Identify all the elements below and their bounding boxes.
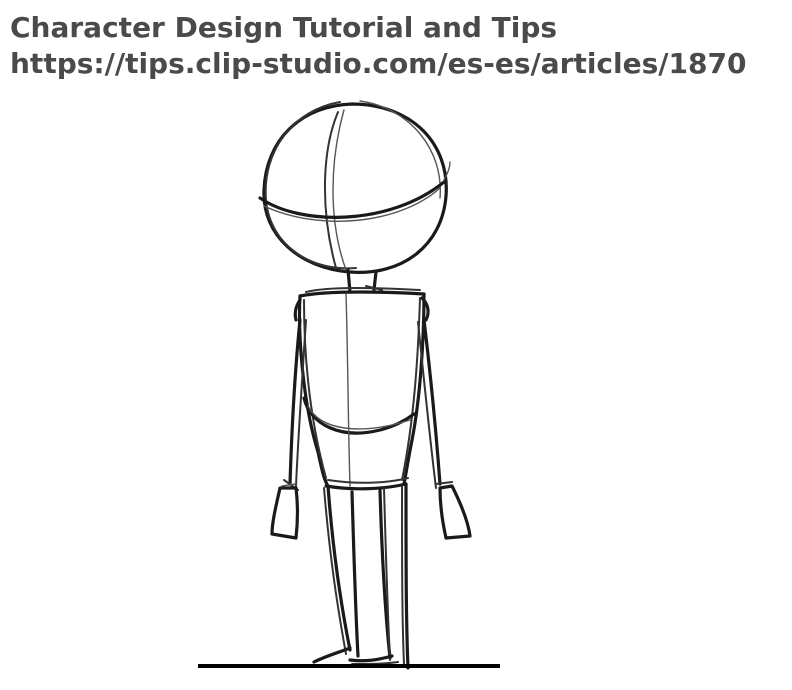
- sketch-head: [258, 100, 451, 274]
- character-sketch: [198, 100, 500, 670]
- sketch-torso: [297, 287, 426, 491]
- sketch-legs: [312, 482, 410, 670]
- sketch-right-arm: [417, 296, 472, 540]
